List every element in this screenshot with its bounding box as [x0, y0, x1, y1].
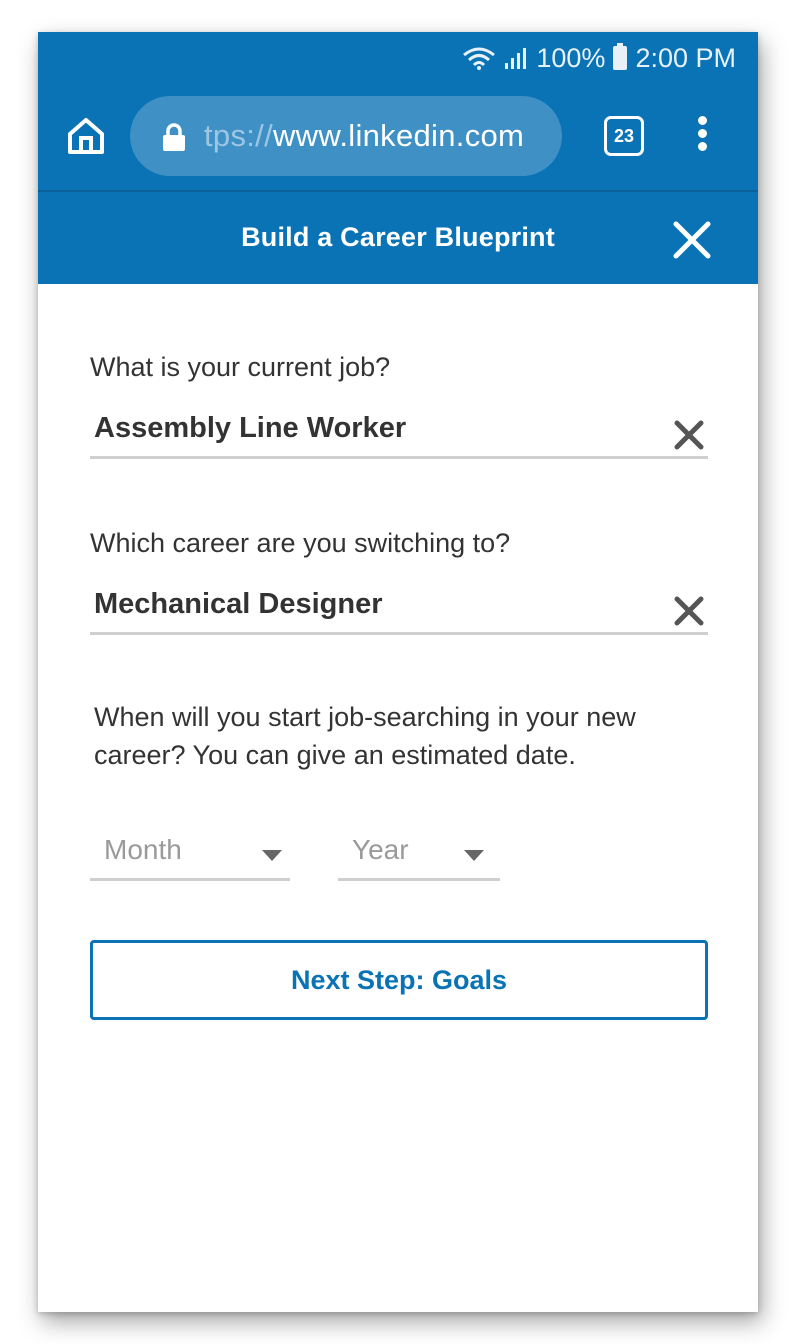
clear-target-career-icon[interactable]	[672, 594, 706, 628]
battery-icon	[613, 43, 628, 70]
current-job-field[interactable]: Assembly Line Worker	[90, 410, 708, 459]
home-icon[interactable]	[64, 114, 108, 158]
start-date-label-line2: career? You can give an estimated date.	[94, 740, 576, 770]
tabs-icon[interactable]: 23	[604, 116, 644, 156]
current-job-label: What is your current job?	[90, 352, 391, 382]
target-career-label: Which career are you switching to?	[90, 528, 511, 558]
current-job-value: Assembly Line Worker	[94, 412, 407, 444]
overflow-menu-icon[interactable]	[694, 116, 710, 156]
url-text: tps://www.linkedin.com	[204, 118, 524, 154]
target-career-value: Mechanical Designer	[94, 588, 383, 620]
close-icon[interactable]	[672, 220, 712, 260]
signal-icon	[504, 46, 528, 70]
chevron-down-icon	[464, 850, 484, 861]
url-host: www.linkedin.com	[273, 118, 525, 153]
browser-chrome: 100% 2:00 PM tps://www.linkedin.com 23	[38, 32, 758, 192]
year-placeholder: Year	[352, 834, 409, 865]
clock: 2:00 PM	[635, 42, 736, 73]
status-bar: 100% 2:00 PM	[462, 40, 736, 76]
clear-current-job-icon[interactable]	[672, 418, 706, 452]
month-select[interactable]: Month	[90, 832, 290, 881]
modal-header: Build a Career Blueprint	[38, 192, 758, 284]
month-placeholder: Month	[104, 834, 182, 865]
form-content: What is your current job? Assembly Line …	[38, 284, 758, 1312]
lock-icon	[162, 122, 186, 157]
start-date-label-line1: When will you start job-searching in you…	[94, 702, 636, 732]
next-step-button[interactable]: Next Step: Goals	[90, 940, 708, 1020]
target-career-field[interactable]: Mechanical Designer	[90, 586, 708, 635]
chevron-down-icon	[262, 850, 282, 861]
year-select[interactable]: Year	[338, 832, 500, 881]
url-bar[interactable]: tps://www.linkedin.com	[130, 96, 562, 176]
modal-title: Build a Career Blueprint	[241, 222, 555, 252]
wifi-icon	[462, 46, 496, 70]
phone-screen: 100% 2:00 PM tps://www.linkedin.com 23 B…	[38, 32, 758, 1312]
browser-toolbar: tps://www.linkedin.com 23	[38, 94, 758, 178]
tab-count: 23	[613, 125, 635, 146]
battery-percent: 100%	[536, 42, 606, 73]
url-scheme: tps://	[204, 118, 273, 153]
